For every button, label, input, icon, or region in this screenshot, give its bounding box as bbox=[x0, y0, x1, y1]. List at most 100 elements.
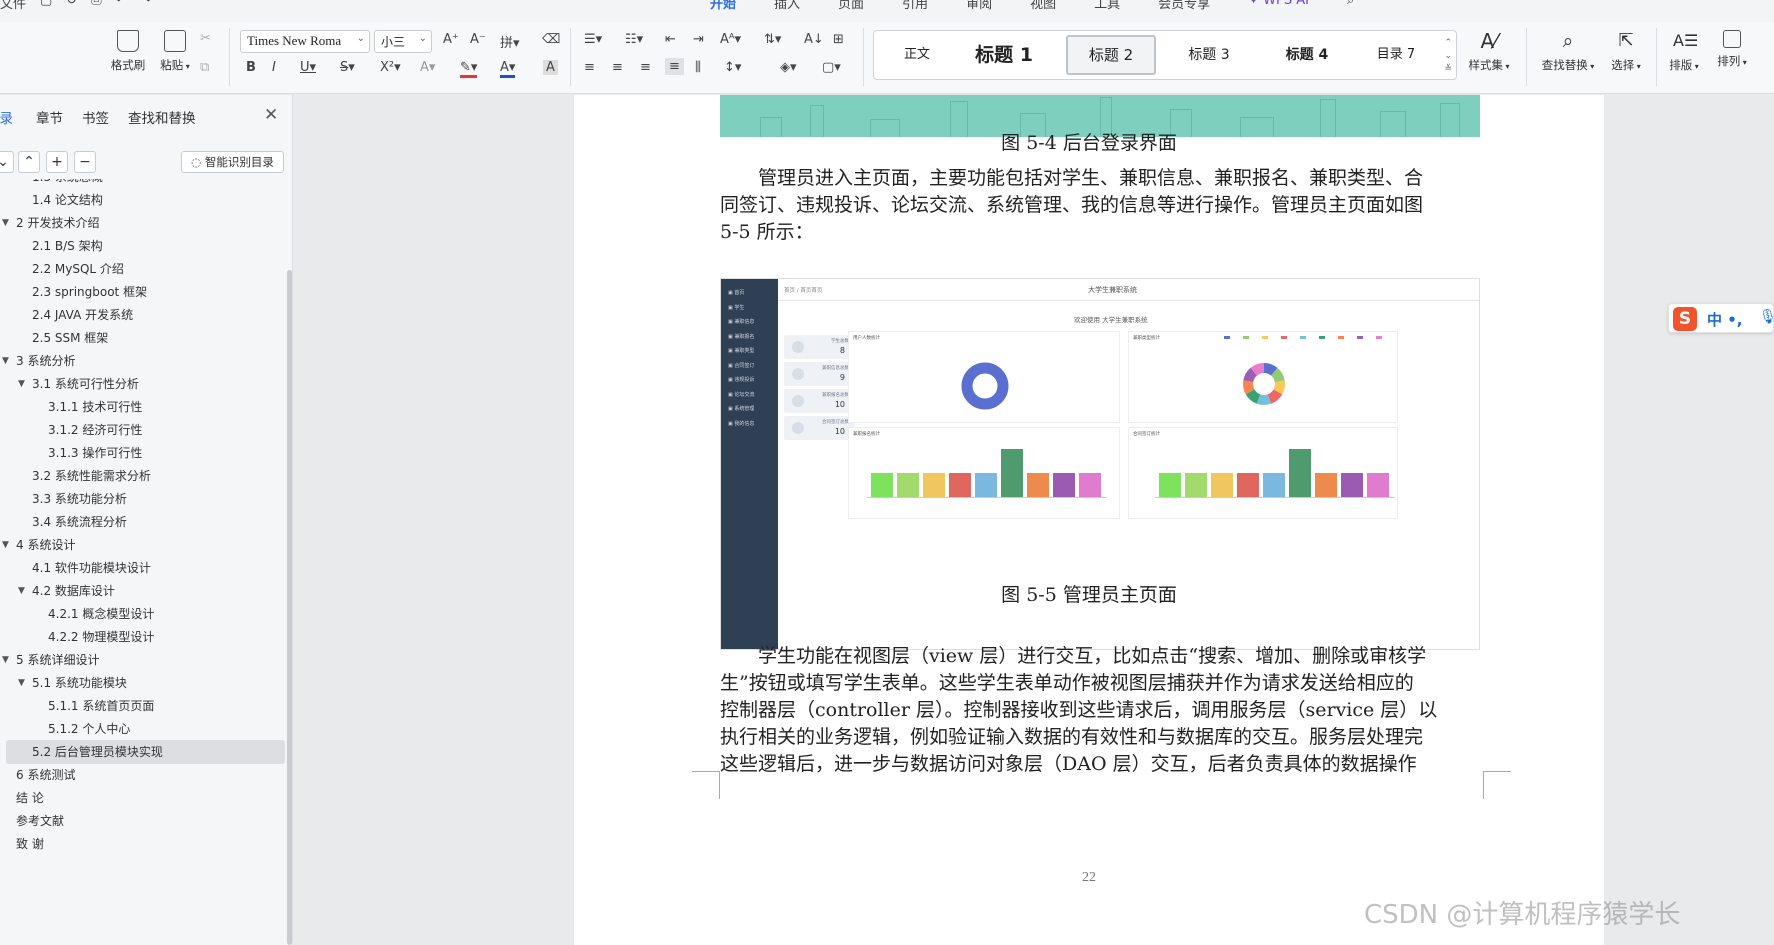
toc-item[interactable]: 3.2 系统性能需求分析 bbox=[0, 464, 285, 488]
style-normal[interactable]: 正文 bbox=[882, 35, 952, 75]
toc-item[interactable]: ▼ 3.1 系统可行性分析 bbox=[0, 372, 285, 396]
toc-item[interactable]: 2.3 springboot 框架 bbox=[0, 280, 285, 304]
style-toc-7[interactable]: 目录 7 bbox=[1356, 35, 1436, 75]
chevron-down-icon[interactable]: ▼ bbox=[2, 648, 9, 672]
bold-icon[interactable]: B bbox=[246, 60, 256, 75]
tab-2[interactable]: 页面 bbox=[838, 0, 864, 12]
style-set-button[interactable]: A⁄ 样式集 ▾ bbox=[1464, 30, 1514, 73]
shading-icon[interactable]: ◈▾ bbox=[780, 60, 797, 75]
toc-item[interactable]: 1.4 论文结构 bbox=[0, 188, 285, 212]
select-button[interactable]: ⇱ 选择 ▾ bbox=[1606, 30, 1646, 73]
find-replace-button[interactable]: ⌕ 查找替换 ▾ bbox=[1536, 30, 1600, 73]
style-heading-1[interactable]: 标题 1 bbox=[962, 35, 1046, 75]
grow-font-icon[interactable]: A⁺ bbox=[443, 32, 459, 47]
toc-item[interactable]: ▼ 3 系统分析 bbox=[0, 349, 285, 373]
add-heading-button[interactable]: + bbox=[46, 151, 68, 173]
toc-item[interactable]: 4.1 软件功能模块设计 bbox=[0, 556, 285, 580]
document-page[interactable]: 图 5-4 后台登录界面 管理员进入主页面，主要功能包括对学生、兼职信息、兼职报… bbox=[574, 95, 1604, 945]
tab-3[interactable]: 引用 bbox=[902, 0, 928, 12]
toc-item[interactable]: 2.2 MySQL 介绍 bbox=[0, 257, 285, 281]
table-icon[interactable]: ⊞ bbox=[833, 32, 844, 47]
shrink-font-icon[interactable]: A⁻ bbox=[470, 32, 486, 47]
increase-indent-icon[interactable]: ⇥ bbox=[693, 32, 704, 47]
chevron-down-icon[interactable]: ▼ bbox=[18, 372, 25, 396]
collapse-all-button[interactable]: ⌄ bbox=[0, 151, 14, 173]
toc-item[interactable]: 2.1 B/S 架构 bbox=[0, 234, 285, 258]
quick-access-item[interactable]: ↶ bbox=[116, 0, 127, 12]
nav-tab-2[interactable]: 书签 bbox=[82, 107, 109, 127]
tab-0[interactable]: 开始 bbox=[710, 0, 736, 12]
align-left-icon[interactable]: ≡ bbox=[584, 60, 595, 75]
chevron-down-icon[interactable]: ▼ bbox=[2, 533, 9, 557]
toc-item[interactable]: 参考文献 bbox=[0, 809, 285, 833]
char-shading-icon[interactable]: A bbox=[543, 60, 558, 75]
paste-button[interactable]: 粘贴 ▾ bbox=[155, 30, 195, 73]
toc-item[interactable]: ▼ 4 系统设计 bbox=[0, 533, 285, 557]
smart-toc-button[interactable]: ◌ 智能识别目录 bbox=[181, 151, 284, 173]
toc-item[interactable]: 3.4 系统流程分析 bbox=[0, 510, 285, 534]
chevron-down-icon[interactable]: ▼ bbox=[18, 671, 25, 695]
quick-access-item[interactable]: ⎙ bbox=[91, 0, 101, 12]
italic-icon[interactable]: I bbox=[272, 60, 276, 75]
superscript-icon[interactable]: X²▾ bbox=[380, 60, 401, 75]
ime-mode[interactable]: 中 •, bbox=[1707, 309, 1743, 330]
tab-6[interactable]: 工具 bbox=[1094, 0, 1120, 12]
layout-button[interactable]: A☰ 排版 ▾ bbox=[1664, 30, 1704, 73]
arrange-button[interactable]: 排列 ▾ bbox=[1712, 30, 1752, 69]
toc-item[interactable]: 5.1.2 个人中心 bbox=[0, 717, 285, 741]
cut-icon[interactable]: ✂ bbox=[200, 31, 211, 46]
chevron-down-icon[interactable]: ▼ bbox=[2, 349, 9, 373]
highlight-icon[interactable]: ✎▾ bbox=[460, 60, 478, 78]
chevron-down-icon[interactable]: ▼ bbox=[18, 579, 25, 603]
expand-up-button[interactable]: ⌃ bbox=[18, 151, 40, 173]
toc-item[interactable]: ▼ 4.2 数据库设计 bbox=[0, 579, 285, 603]
toc-item[interactable]: 5.2 后台管理员模块实现 bbox=[6, 740, 285, 764]
search-icon[interactable]: ⌕ bbox=[1347, 0, 1354, 12]
quick-access-item[interactable]: ↷ bbox=[141, 0, 152, 12]
strikethrough-icon[interactable]: S̶▾ bbox=[340, 60, 355, 75]
toc-item[interactable]: ▼ 5 系统详细设计 bbox=[0, 648, 285, 672]
format-painter-button[interactable]: 格式刷 bbox=[108, 30, 148, 73]
font-color-icon[interactable]: A▾ bbox=[500, 60, 516, 78]
toc-item[interactable]: 3.1.2 经济可行性 bbox=[0, 418, 285, 442]
underline-icon[interactable]: U▾ bbox=[300, 60, 316, 75]
border-icon[interactable]: ▢▾ bbox=[822, 60, 841, 75]
tab-5[interactable]: 视图 bbox=[1030, 0, 1056, 12]
justify-icon[interactable]: ≡ bbox=[665, 58, 684, 75]
wps-ai-button[interactable]: ✦ WPS AI bbox=[1248, 0, 1309, 12]
tab-7[interactable]: 会员专享 bbox=[1158, 0, 1210, 12]
quick-access-item[interactable]: ▢ bbox=[40, 0, 52, 12]
font-name-select[interactable]: Times New Roma ⌄ bbox=[240, 30, 370, 53]
toc-item[interactable]: 5.1.1 系统首页页面 bbox=[0, 694, 285, 718]
style-heading-4[interactable]: 标题 4 bbox=[1262, 35, 1352, 75]
toc-item[interactable]: ▼ 2 开发技术介绍 bbox=[0, 211, 285, 235]
toc-item[interactable]: 6 系统测试 bbox=[0, 763, 285, 787]
toc-item[interactable]: 4.2.1 概念模型设计 bbox=[0, 602, 285, 626]
tab-1[interactable]: 插入 bbox=[774, 0, 800, 12]
toc-item[interactable]: ▼ 5.1 系统功能模块 bbox=[0, 671, 285, 695]
toc-item[interactable]: 结 论 bbox=[0, 786, 285, 810]
toc-item[interactable]: 致 谢 bbox=[0, 832, 285, 856]
style-heading-2[interactable]: 标题 2 bbox=[1066, 35, 1156, 75]
close-icon[interactable]: ✕ bbox=[264, 105, 278, 125]
toc-item[interactable]: 4.2.2 物理模型设计 bbox=[0, 625, 285, 649]
tab-4[interactable]: 审阅 bbox=[966, 0, 992, 12]
nav-tab-0[interactable]: 目录 bbox=[0, 107, 13, 127]
paragraph-spacing-icon[interactable]: ↕▾ bbox=[724, 60, 741, 75]
style-scroll-arrows[interactable]: ⌃ ⌄ ≚ bbox=[1444, 37, 1452, 76]
text-effect-icon[interactable]: A▾ bbox=[420, 60, 435, 75]
clear-format-icon[interactable]: ⌫ bbox=[542, 32, 560, 47]
quick-access-item[interactable]: 文件 bbox=[0, 0, 26, 12]
phonetic-icon[interactable]: 拼▾ bbox=[500, 32, 520, 51]
chevron-down-icon[interactable]: ▼ bbox=[2, 211, 9, 235]
toc-item[interactable]: 2.5 SSM 框架 bbox=[0, 326, 285, 350]
remove-heading-button[interactable]: − bbox=[74, 151, 96, 173]
copy-icon[interactable]: ⧉ bbox=[200, 60, 209, 75]
sort-icon[interactable]: A↓ bbox=[804, 32, 824, 47]
align-right-icon[interactable]: ≡ bbox=[640, 60, 651, 75]
toc-item[interactable]: 3.1.3 操作可行性 bbox=[0, 441, 285, 465]
ime-toolbar[interactable]: S 中 •, 🎙 bbox=[1668, 303, 1774, 333]
distribute-icon[interactable]: ⫼ bbox=[695, 60, 701, 75]
nav-scrollbar[interactable] bbox=[287, 270, 292, 945]
toc-item[interactable]: 3.3 系统功能分析 bbox=[0, 487, 285, 511]
